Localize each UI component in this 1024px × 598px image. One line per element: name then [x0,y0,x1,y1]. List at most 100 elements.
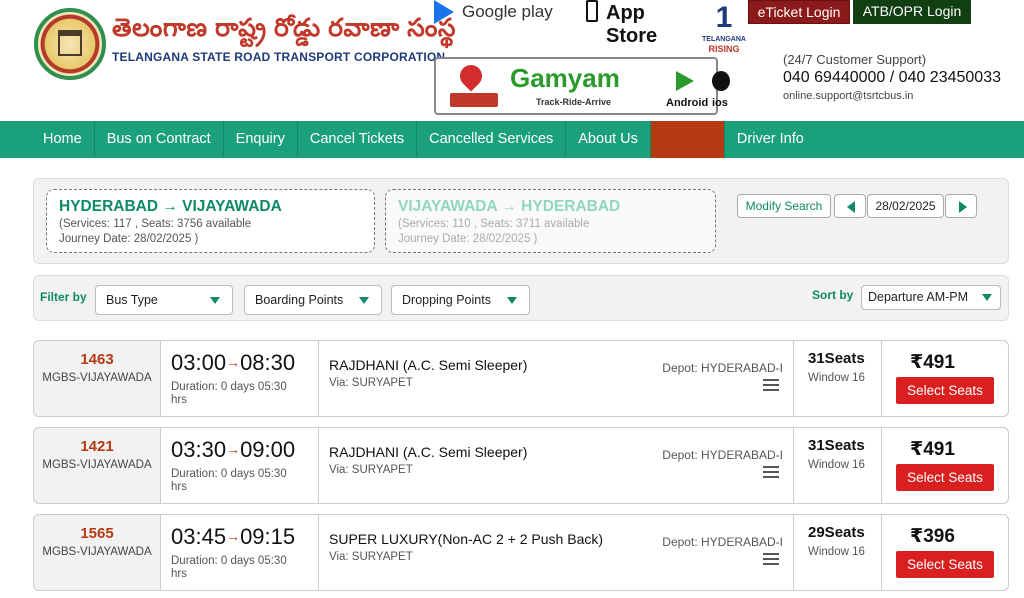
ios-label: ios [712,97,728,109]
details-menu-icon[interactable] [763,466,779,478]
timing: 03:00→08:30 [171,350,296,375]
onward-route-card[interactable]: HYDERABAD → VIJAYAWADA (Services: 117 , … [46,189,375,253]
details-menu-icon[interactable] [763,379,779,391]
tsrtc-logo[interactable] [34,8,106,80]
window-seats: Window 16 [808,372,865,384]
onward-date: Journey Date: 28/02/2025 ) [59,233,199,245]
timing-cell: 03:00→08:30 Duration: 0 days 05:30 hrs [161,341,319,416]
caret-down-icon [507,297,517,304]
gamyam-app-banner[interactable]: Gamyam Track-Ride-Arrive Android ios [434,57,730,115]
apple-icon [712,71,730,91]
select-seats-button[interactable]: Select Seats [896,464,994,491]
logo-emblem-icon [58,30,82,56]
bus-row: 1565 MGBS-VIJAYAWADA 03:45→09:15 Duratio… [33,514,1009,591]
google-play-label: Google play [462,2,553,21]
bus-info-cell: SUPER LUXURY(Non-AC 2 + 2 Push Back) Via… [319,515,794,590]
app-store-link[interactable]: App Store [586,0,696,47]
customer-support: (24/7 Customer Support) 040 69440000 / 0… [783,52,1001,102]
details-menu-icon[interactable] [763,553,779,565]
nav-enquiry[interactable]: Enquiry [224,121,298,158]
window-seats: Window 16 [808,546,865,558]
fare: ₹491 [910,439,955,460]
boarding-points-select[interactable]: Boarding Points [244,285,382,315]
main-nav: Home Bus on Contract Enquiry Cancel Tick… [0,121,1024,158]
seats-cell: 31Seats Window 16 [794,341,882,416]
dropping-points-select[interactable]: Dropping Points [391,285,530,315]
fare-cell: ₹396 Select Seats [882,515,1008,590]
journey-date-field[interactable]: 28/02/2025 [867,194,944,218]
nav-cancelled-services[interactable]: Cancelled Services [417,121,567,158]
seats-available: 31Seats [808,350,865,367]
timing: 03:45→09:15 [171,524,296,549]
fare: ₹396 [910,526,955,547]
bus-info-cell: RAJDHANI (A.C. Semi Sleeper) Via: SURYAP… [319,428,794,503]
bus-type-select[interactable]: Bus Type [95,285,233,315]
bus-name: RAJDHANI (A.C. Semi Sleeper) [329,444,528,460]
duration: Duration: 0 days 05:30 hrs [171,555,287,580]
gamyam-tagline: Track-Ride-Arrive [536,97,612,107]
seats-available: 31Seats [808,437,865,454]
depot: Depot: HYDERABAD-I [662,535,783,549]
seats-cell: 29Seats Window 16 [794,515,882,590]
return-route-title: VIJAYAWADA → HYDERABAD [398,198,621,215]
app-store-label: App Store [606,2,658,47]
service-route: MGBS-VIJAYAWADA [42,372,152,384]
bus-icon [450,93,498,107]
service-number: 1565 [80,525,114,542]
nav-driver-info[interactable]: Driver Info [725,121,816,158]
service-number: 1421 [80,438,114,455]
phone-icon [586,0,598,22]
nav-highlight-item[interactable] [650,121,725,158]
android-play-icon [676,71,694,91]
onward-route-title: HYDERABAD → VIJAYAWADA [59,198,282,215]
site-header: తెలంగాణ రాష్ట్ర రోడ్డు రవాణా సంస్థ TELAN… [0,0,1024,121]
return-date: Journey Date: 28/02/2025 ) [398,233,538,245]
bus-row: 1421 MGBS-VIJAYAWADA 03:30→09:00 Duratio… [33,427,1009,504]
bus-via: Via: SURYAPET [329,377,413,389]
service-route: MGBS-VIJAYAWADA [42,459,152,471]
gamyam-title: Gamyam [510,63,620,93]
nav-cancel-tickets[interactable]: Cancel Tickets [298,121,418,158]
support-phones: 040 69440000 / 040 23450033 [783,69,1001,86]
filter-bar: Filter by Bus Type Boarding Points Dropp… [33,275,1009,321]
google-play-icon [434,0,454,24]
support-email[interactable]: online.support@tsrtcbus.in [783,90,1001,102]
modify-search-button[interactable]: Modify Search [737,194,831,218]
fare-cell: ₹491 Select Seats [882,428,1008,503]
brand-telugu: తెలంగాణ రాష్ట్ర రోడ్డు రవాణా సంస్థ [112,14,456,42]
nav-bus-on-contract[interactable]: Bus on Contract [95,121,224,158]
fare-cell: ₹491 Select Seats [882,341,1008,416]
caret-down-icon [210,297,220,304]
timing: 03:30→09:00 [171,437,296,462]
android-label: Android [666,97,709,109]
chevron-right-icon [959,201,967,213]
chevron-left-icon [847,201,855,213]
journey-panel: HYDERABAD → VIJAYAWADA (Services: 117 , … [33,178,1009,264]
depot: Depot: HYDERABAD-I [662,361,783,375]
window-seats: Window 16 [808,459,865,471]
nav-about-us[interactable]: About Us [566,121,651,158]
timing-cell: 03:45→09:15 Duration: 0 days 05:30 hrs [161,515,319,590]
sort-select[interactable]: Departure AM-PM [861,285,1001,310]
bus-via: Via: SURYAPET [329,464,413,476]
select-seats-button[interactable]: Select Seats [896,551,994,578]
timing-cell: 03:30→09:00 Duration: 0 days 05:30 hrs [161,428,319,503]
arrow-right-icon: → [226,441,241,457]
nav-home[interactable]: Home [0,121,95,158]
previous-date-button[interactable] [834,194,866,218]
arrow-right-icon: → [226,528,241,544]
service-route: MGBS-VIJAYAWADA [42,546,152,558]
bus-row: 1463 MGBS-VIJAYAWADA 03:00→08:30 Duratio… [33,340,1009,417]
google-play-link[interactable]: Google play [434,0,554,26]
eticket-login-button[interactable]: eTicket Login [748,0,850,24]
select-seats-button[interactable]: Select Seats [896,377,994,404]
bus-via: Via: SURYAPET [329,551,413,563]
bus-name: RAJDHANI (A.C. Semi Sleeper) [329,357,528,373]
location-pin-icon [455,60,487,92]
depot: Depot: HYDERABAD-I [662,448,783,462]
next-date-button[interactable] [945,194,977,218]
atb-opr-login-button[interactable]: ATB/OPR Login [853,0,971,24]
return-route-card[interactable]: VIJAYAWADA → HYDERABAD (Services: 110 , … [385,189,716,253]
caret-down-icon [982,294,992,301]
arrow-right-icon: → [226,354,241,370]
